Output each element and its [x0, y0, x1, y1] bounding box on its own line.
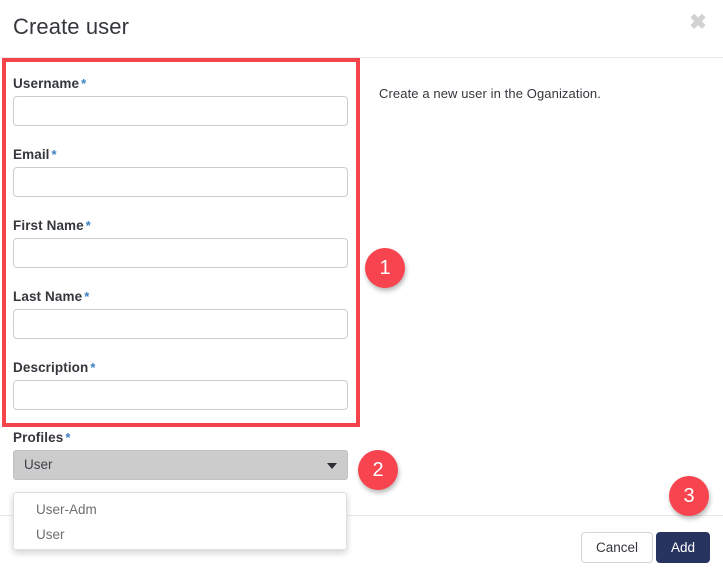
label-description: Description *	[13, 360, 96, 375]
dropdown-option-user-adm[interactable]: User-Adm	[14, 497, 346, 522]
annotation-badge-2: 2	[358, 450, 398, 490]
page-title: Create user	[13, 14, 130, 39]
dialog-description: Create a new user in the Oganization.	[379, 86, 601, 101]
chevron-down-icon	[327, 463, 337, 469]
field-group-description: Description *	[13, 360, 348, 410]
profiles-dropdown-list[interactable]: User-Adm User	[13, 492, 347, 550]
label-username: Username *	[13, 76, 87, 91]
annotation-badge-3: 3	[669, 476, 709, 516]
dropdown-option-user[interactable]: User	[14, 522, 346, 547]
create-user-dialog: Create user ✖ Username * Email * First Nam…	[0, 0, 723, 572]
last-name-input[interactable]	[13, 309, 348, 339]
cancel-button[interactable]: Cancel	[580, 532, 653, 563]
field-group-first-name: First Name *	[13, 218, 348, 268]
required-asterisk: *	[81, 76, 87, 91]
info-column: Create a new user in the Oganization.	[362, 58, 723, 515]
dialog-header: Create user ✖	[0, 0, 723, 58]
annotation-badge-1: 1	[365, 248, 405, 288]
profiles-select[interactable]: User	[13, 450, 348, 480]
label-first-name: First Name *	[13, 218, 91, 233]
label-profiles: Profiles *	[13, 430, 71, 445]
first-name-input[interactable]	[13, 238, 348, 268]
label-email: Email *	[13, 147, 57, 162]
field-group-email: Email *	[13, 147, 348, 197]
field-group-profiles: Profiles * User	[13, 430, 348, 480]
field-group-username: Username *	[13, 76, 348, 126]
required-asterisk: *	[51, 147, 57, 162]
required-asterisk: *	[84, 289, 90, 304]
add-button[interactable]: Add	[655, 532, 710, 563]
required-asterisk: *	[85, 218, 91, 233]
close-icon[interactable]: ✖	[685, 10, 711, 36]
email-input[interactable]	[13, 167, 348, 197]
required-asterisk: *	[90, 360, 96, 375]
required-asterisk: *	[65, 430, 71, 445]
username-input[interactable]	[13, 96, 348, 126]
description-input[interactable]	[13, 380, 348, 410]
dialog-body: Username * Email * First Name * Last Name * …	[0, 58, 723, 515]
field-group-last-name: Last Name *	[13, 289, 348, 339]
profiles-selected-value: User	[24, 457, 53, 472]
label-last-name: Last Name *	[13, 289, 90, 304]
